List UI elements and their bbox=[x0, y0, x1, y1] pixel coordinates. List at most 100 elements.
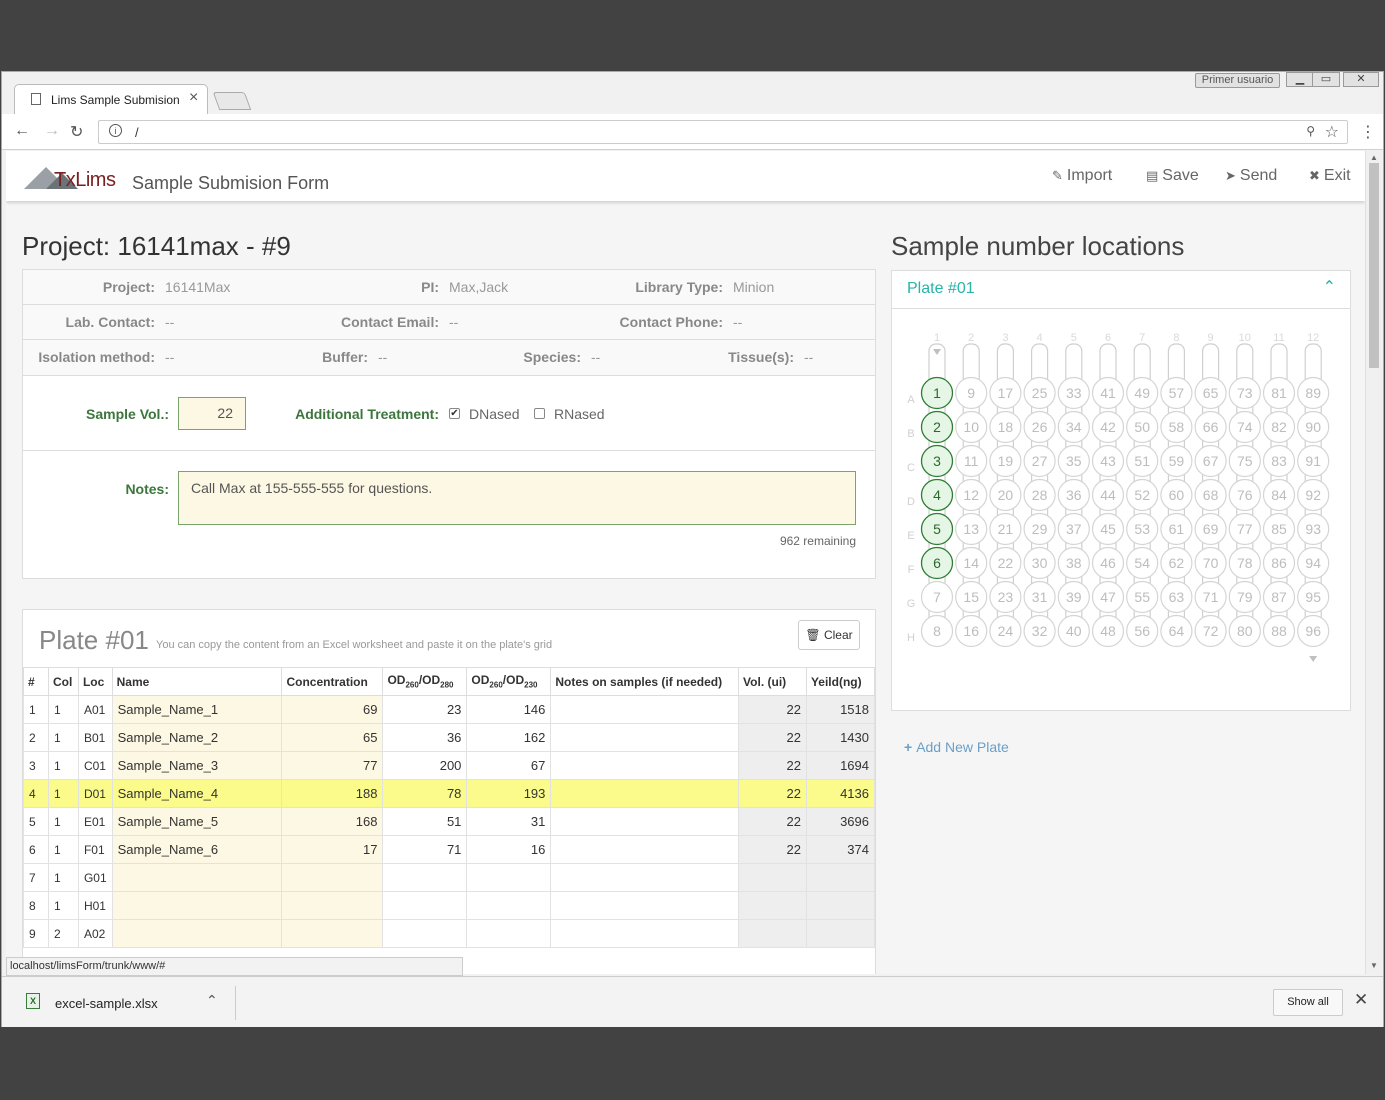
cell-yield[interactable]: 374 bbox=[805, 835, 876, 864]
cell-od2[interactable]: 146 bbox=[466, 695, 552, 724]
chevron-up-icon[interactable]: ⌃ bbox=[1323, 277, 1336, 297]
info-icon[interactable]: i bbox=[109, 124, 122, 137]
cell-notes[interactable] bbox=[550, 723, 740, 752]
cell-conc[interactable]: 65 bbox=[281, 723, 384, 752]
save-button[interactable]: ▤ Save bbox=[1146, 167, 1199, 185]
scroll-up-icon[interactable]: ▲ bbox=[1370, 153, 1378, 162]
exit-button[interactable]: ✖ Exit bbox=[1309, 167, 1351, 185]
restore-button[interactable]: ▭ bbox=[1312, 72, 1340, 87]
show-all-button[interactable]: Show all bbox=[1273, 989, 1343, 1016]
cell-name[interactable]: Sample_Name_2 bbox=[111, 723, 283, 752]
cell-name[interactable] bbox=[111, 919, 283, 948]
cell-vol[interactable] bbox=[738, 891, 807, 920]
cell-od2[interactable]: 31 bbox=[466, 807, 552, 836]
cell-conc[interactable]: 168 bbox=[281, 807, 384, 836]
cell-conc[interactable] bbox=[281, 919, 384, 948]
cell-od2[interactable]: 162 bbox=[466, 723, 552, 752]
download-bar-close-icon[interactable]: ✕ bbox=[1354, 990, 1368, 1010]
cell-vol[interactable]: 22 bbox=[738, 807, 807, 836]
cell-name[interactable] bbox=[111, 863, 283, 892]
cell-conc[interactable]: 17 bbox=[281, 835, 384, 864]
cell-od2[interactable]: 193 bbox=[466, 779, 552, 808]
os-user-button[interactable]: Primer usuario bbox=[1195, 73, 1280, 88]
cell-vol[interactable]: 22 bbox=[738, 835, 807, 864]
browser-menu-icon[interactable]: ⋮ bbox=[1360, 122, 1376, 142]
cell-od2[interactable] bbox=[466, 891, 552, 920]
table-row[interactable]: 2 1 B01 Sample_Name_2 65 36 162 22 1430 bbox=[23, 723, 876, 752]
cell-yield[interactable]: 4136 bbox=[805, 779, 876, 808]
rnased-checkbox[interactable] bbox=[534, 408, 545, 419]
key-icon[interactable]: ⚲ bbox=[1306, 124, 1315, 138]
table-row[interactable]: 6 1 F01 Sample_Name_6 17 71 16 22 374 bbox=[23, 835, 876, 864]
cell-yield[interactable]: 3696 bbox=[805, 807, 876, 836]
minimize-button[interactable]: ▁ bbox=[1286, 72, 1314, 87]
cell-od1[interactable] bbox=[382, 863, 468, 892]
cell-name[interactable]: Sample_Name_3 bbox=[111, 751, 283, 780]
cell-vol[interactable]: 22 bbox=[738, 695, 807, 724]
cell-notes[interactable] bbox=[550, 807, 740, 836]
table-row[interactable]: 3 1 C01 Sample_Name_3 77 200 67 22 1694 bbox=[23, 751, 876, 780]
reload-icon[interactable]: ↻ bbox=[70, 122, 83, 142]
cell-od1[interactable]: 78 bbox=[382, 779, 468, 808]
cell-name[interactable]: Sample_Name_1 bbox=[111, 695, 283, 724]
tab-close-icon[interactable]: × bbox=[189, 89, 198, 107]
address-bar[interactable]: i / ⚲ ☆ bbox=[98, 120, 1348, 144]
cell-od2[interactable]: 16 bbox=[466, 835, 552, 864]
cell-conc[interactable]: 188 bbox=[281, 779, 384, 808]
chevron-up-icon[interactable]: ⌃ bbox=[206, 992, 218, 1009]
table-row[interactable]: 1 1 A01 Sample_Name_1 69 23 146 22 1518 bbox=[23, 695, 876, 724]
notes-textarea[interactable]: Call Max at 155-555-555 for questions. bbox=[178, 471, 856, 525]
cell-od1[interactable]: 23 bbox=[382, 695, 468, 724]
cell-conc[interactable]: 77 bbox=[281, 751, 384, 780]
sample-vol-input[interactable]: 22 bbox=[178, 397, 246, 430]
clear-button[interactable]: 🗑 Clear bbox=[798, 620, 860, 650]
cell-yield[interactable] bbox=[805, 919, 876, 948]
scroll-thumb[interactable] bbox=[1369, 163, 1379, 368]
cell-notes[interactable] bbox=[550, 695, 740, 724]
cell-notes[interactable] bbox=[550, 751, 740, 780]
send-button[interactable]: ➤ Send bbox=[1225, 167, 1277, 185]
cell-od1[interactable] bbox=[382, 891, 468, 920]
cell-vol[interactable]: 22 bbox=[738, 751, 807, 780]
cell-vol[interactable] bbox=[738, 863, 807, 892]
cell-vol[interactable]: 22 bbox=[738, 779, 807, 808]
table-row[interactable]: 9 2 A02 bbox=[23, 919, 876, 948]
cell-name[interactable]: Sample_Name_6 bbox=[111, 835, 283, 864]
cell-yield[interactable]: 1518 bbox=[805, 695, 876, 724]
cell-notes[interactable] bbox=[550, 891, 740, 920]
cell-name[interactable]: Sample_Name_5 bbox=[111, 807, 283, 836]
cell-od1[interactable] bbox=[382, 919, 468, 948]
table-row[interactable]: 8 1 H01 bbox=[23, 891, 876, 920]
scroll-down-icon[interactable]: ▼ bbox=[1370, 961, 1378, 970]
cell-od2[interactable] bbox=[466, 919, 552, 948]
table-row[interactable]: 4 1 D01 Sample_Name_4 188 78 193 22 4136 bbox=[23, 779, 876, 808]
import-button[interactable]: ✎ Import bbox=[1052, 167, 1112, 185]
cell-notes[interactable] bbox=[550, 919, 740, 948]
new-tab-button[interactable] bbox=[212, 92, 252, 110]
table-row[interactable]: 5 1 E01 Sample_Name_5 168 51 31 22 3696 bbox=[23, 807, 876, 836]
cell-yield[interactable]: 1430 bbox=[805, 723, 876, 752]
cell-notes[interactable] bbox=[550, 835, 740, 864]
cell-notes[interactable] bbox=[550, 863, 740, 892]
cell-name[interactable] bbox=[111, 891, 283, 920]
cell-notes[interactable] bbox=[550, 779, 740, 808]
forward-icon[interactable]: → bbox=[44, 122, 60, 140]
cell-od1[interactable]: 71 bbox=[382, 835, 468, 864]
cell-od2[interactable] bbox=[466, 863, 552, 892]
page-scrollbar[interactable]: ▲ ▼ bbox=[1365, 151, 1381, 974]
cell-od2[interactable]: 67 bbox=[466, 751, 552, 780]
browser-tab-active[interactable]: Lims Sample Submision Fo × bbox=[14, 84, 208, 114]
window-close-button[interactable]: ✕ bbox=[1343, 72, 1379, 87]
cell-conc[interactable] bbox=[281, 891, 384, 920]
cell-conc[interactable] bbox=[281, 863, 384, 892]
table-row[interactable]: 7 1 G01 bbox=[23, 863, 876, 892]
cell-od1[interactable]: 200 bbox=[382, 751, 468, 780]
bookmark-star-icon[interactable]: ☆ bbox=[1325, 122, 1339, 142]
location-panel-header[interactable]: Plate #01 ⌃ bbox=[892, 271, 1350, 309]
cell-yield[interactable] bbox=[805, 863, 876, 892]
cell-conc[interactable]: 69 bbox=[281, 695, 384, 724]
cell-yield[interactable]: 1694 bbox=[805, 751, 876, 780]
back-icon[interactable]: ← bbox=[14, 122, 30, 140]
cell-od1[interactable]: 36 bbox=[382, 723, 468, 752]
cell-od1[interactable]: 51 bbox=[382, 807, 468, 836]
